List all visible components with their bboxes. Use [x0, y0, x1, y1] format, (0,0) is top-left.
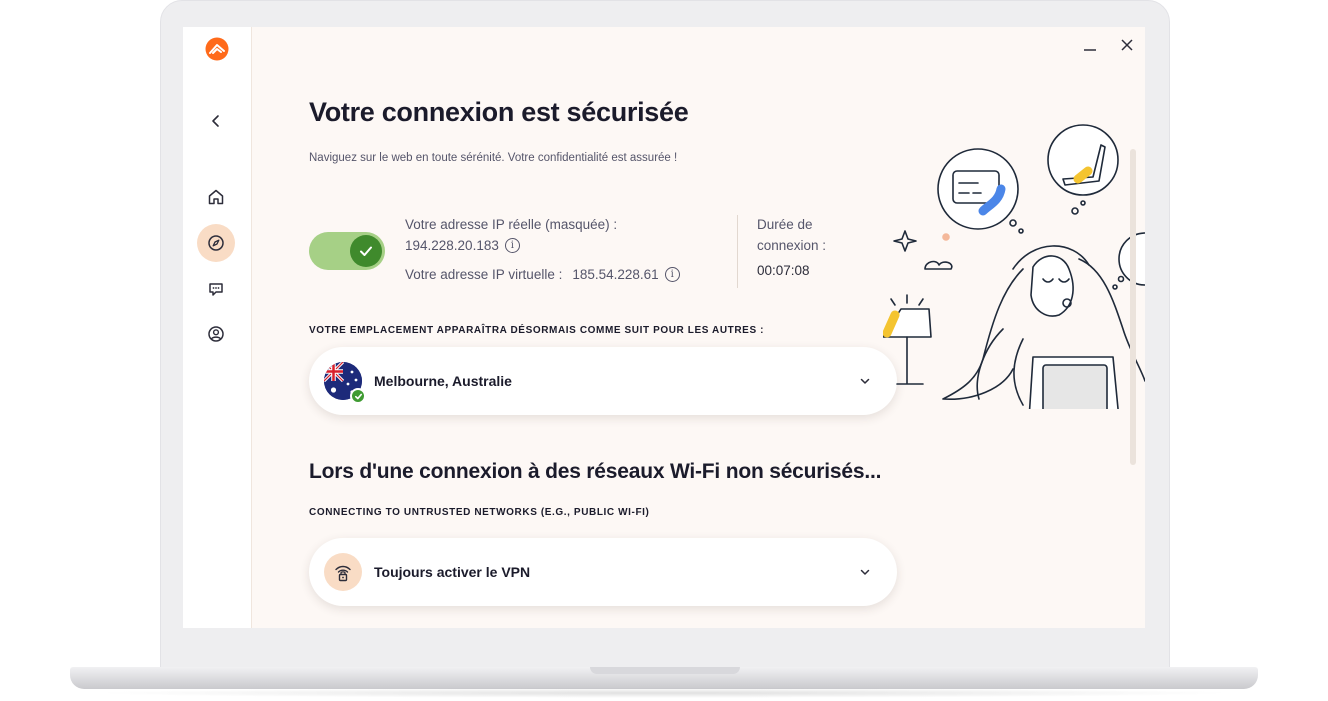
real-ip-value: 194.228.20.183	[405, 238, 499, 253]
laptop-notch	[590, 667, 740, 674]
divider	[737, 215, 738, 288]
chevron-down-icon	[855, 562, 875, 582]
home-icon	[208, 189, 224, 205]
page-title: Votre connexion est sécurisée	[309, 97, 689, 128]
checkmark-icon	[360, 246, 372, 256]
wifi-heading: Lors d'une connexion à des réseaux Wi-Fi…	[309, 460, 882, 483]
chevron-down-icon	[855, 371, 875, 391]
app-logo-icon	[205, 37, 229, 61]
sidebar	[183, 27, 252, 628]
location-selector[interactable]: Melbourne, Australie	[309, 347, 897, 415]
scrollbar[interactable]	[1130, 149, 1136, 465]
location-caption: VOTRE EMPLACEMENT APPARAÎTRA DÉSORMAIS C…	[309, 325, 765, 336]
real-ip-row: 194.228.20.183 i	[405, 238, 520, 253]
virtual-ip-label: Votre adresse IP virtuelle :	[405, 267, 563, 282]
page-subtitle: Naviguez sur le web en toute sérénité. V…	[309, 152, 678, 164]
back-button[interactable]	[197, 102, 235, 140]
app-window: Votre connexion est sécurisée Naviguez s…	[183, 27, 1145, 628]
wifi-vpn-value: Toujours activer le VPN	[374, 564, 531, 580]
sidebar-item-browse[interactable]	[197, 224, 235, 262]
duration-value: 00:07:08	[757, 263, 810, 278]
virtual-ip-value: 185.54.228.61	[572, 267, 659, 282]
info-icon[interactable]: i	[504, 238, 520, 253]
wifi-lock-icon	[324, 553, 362, 591]
wifi-vpn-selector[interactable]: Toujours activer le VPN	[309, 538, 897, 606]
real-ip-label: Votre adresse IP réelle (masquée) :	[405, 217, 618, 232]
wifi-caption: CONNECTING TO UNTRUSTED NETWORKS (E.G., …	[309, 507, 650, 518]
compass-icon	[208, 235, 224, 251]
page-title-highlight: connexion est sécurisée	[382, 97, 689, 128]
vpn-toggle[interactable]	[309, 232, 385, 270]
chevron-left-icon	[212, 115, 219, 127]
sidebar-item-account[interactable]	[197, 315, 235, 353]
sidebar-item-home[interactable]	[197, 178, 235, 216]
secure-user-illustration	[882, 119, 1145, 420]
sidebar-item-support[interactable]	[197, 270, 235, 308]
virtual-ip-row: Votre adresse IP virtuelle : 185.54.228.…	[405, 267, 680, 282]
laptop-shadow	[90, 688, 1238, 698]
duration-label-line1: Durée de	[757, 217, 813, 232]
connected-check-icon	[350, 388, 366, 404]
location-value: Melbourne, Australie	[374, 373, 512, 389]
account-icon	[208, 326, 224, 342]
page-title-highlight-text: connexion est sécurisée	[381, 97, 689, 127]
info-icon[interactable]: i	[664, 267, 680, 282]
chat-icon	[209, 283, 223, 296]
duration-label-line2: connexion :	[757, 238, 827, 253]
page-title-prefix: Votre	[309, 97, 382, 127]
toggle-knob	[350, 235, 382, 267]
